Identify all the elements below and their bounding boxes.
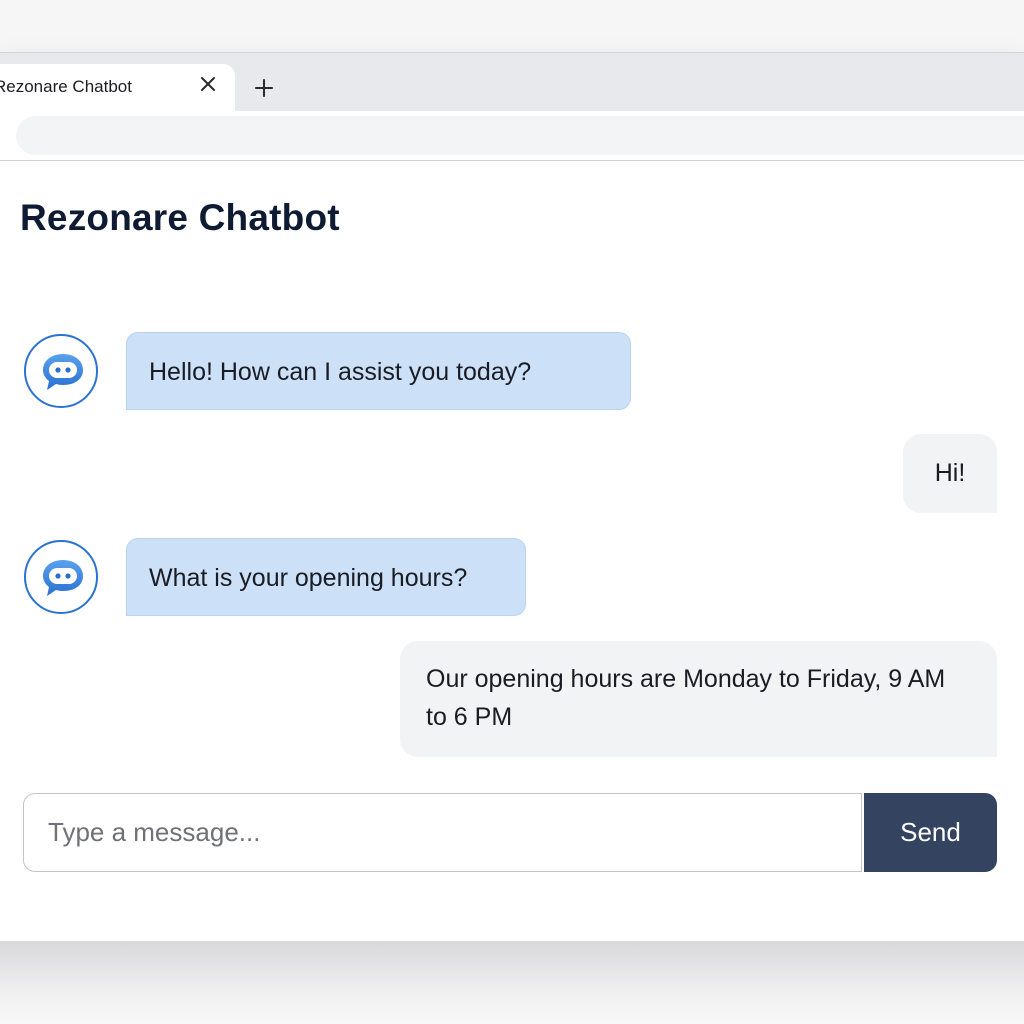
message-bot: Hello! How can I assist you today? <box>126 332 631 410</box>
plus-icon[interactable] <box>252 76 276 100</box>
browser-toolbar <box>0 111 1024 161</box>
close-icon[interactable] <box>198 74 218 94</box>
message-text: Our opening hours are Monday to Friday, … <box>426 665 946 731</box>
bot-avatar <box>24 540 98 614</box>
bot-avatar <box>24 334 98 408</box>
message-input[interactable] <box>23 793 862 872</box>
message-text: What is your opening hours? <box>149 564 468 592</box>
tab-rezonare-chatbot[interactable]: Rezonare Chatbot <box>0 64 235 111</box>
tab-title: Rezonare Chatbot <box>0 77 132 96</box>
send-button[interactable]: Send <box>864 793 997 872</box>
chat-bubble-icon <box>43 354 83 390</box>
chat-page: Rezonare Chatbot Hello! How can I assist… <box>0 161 1024 942</box>
message-user: Hi! <box>903 434 997 513</box>
message-text: Hi! <box>934 459 966 487</box>
message-user: Our opening hours are Monday to Friday, … <box>400 641 997 757</box>
browser-window: Rezonare Chatbot Rezonare Chatbot Hello!… <box>0 52 1024 942</box>
chat-bubble-icon <box>43 560 83 596</box>
address-bar[interactable] <box>16 116 1024 155</box>
page-title: Rezonare Chatbot <box>20 197 340 238</box>
tab-strip: Rezonare Chatbot <box>0 53 1024 111</box>
message-bot: What is your opening hours? <box>126 538 526 616</box>
window-shadow <box>0 941 1024 1024</box>
message-text: Hello! How can I assist you today? <box>149 358 532 386</box>
